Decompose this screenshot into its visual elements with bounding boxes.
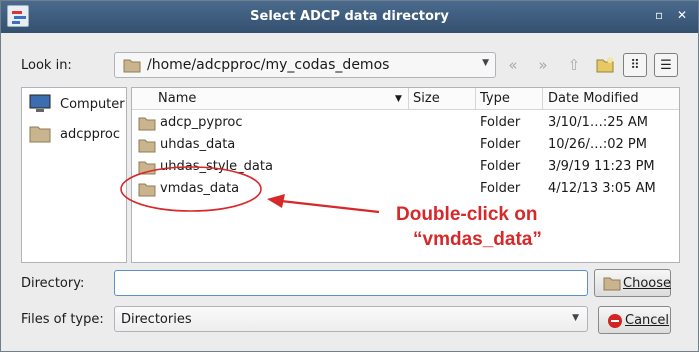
annotation-overlay	[120, 166, 380, 214]
file-dialog-window: Select ADCP data directory ▫ ✕ Look in: …	[0, 0, 699, 352]
annotation-line-1: Double-click on	[396, 204, 538, 225]
annotation-line-2: “vmdas_data”	[413, 229, 542, 250]
annotation-ellipse	[120, 166, 262, 212]
annotation-arrow	[280, 199, 380, 214]
annotation-arrowhead	[267, 194, 285, 208]
